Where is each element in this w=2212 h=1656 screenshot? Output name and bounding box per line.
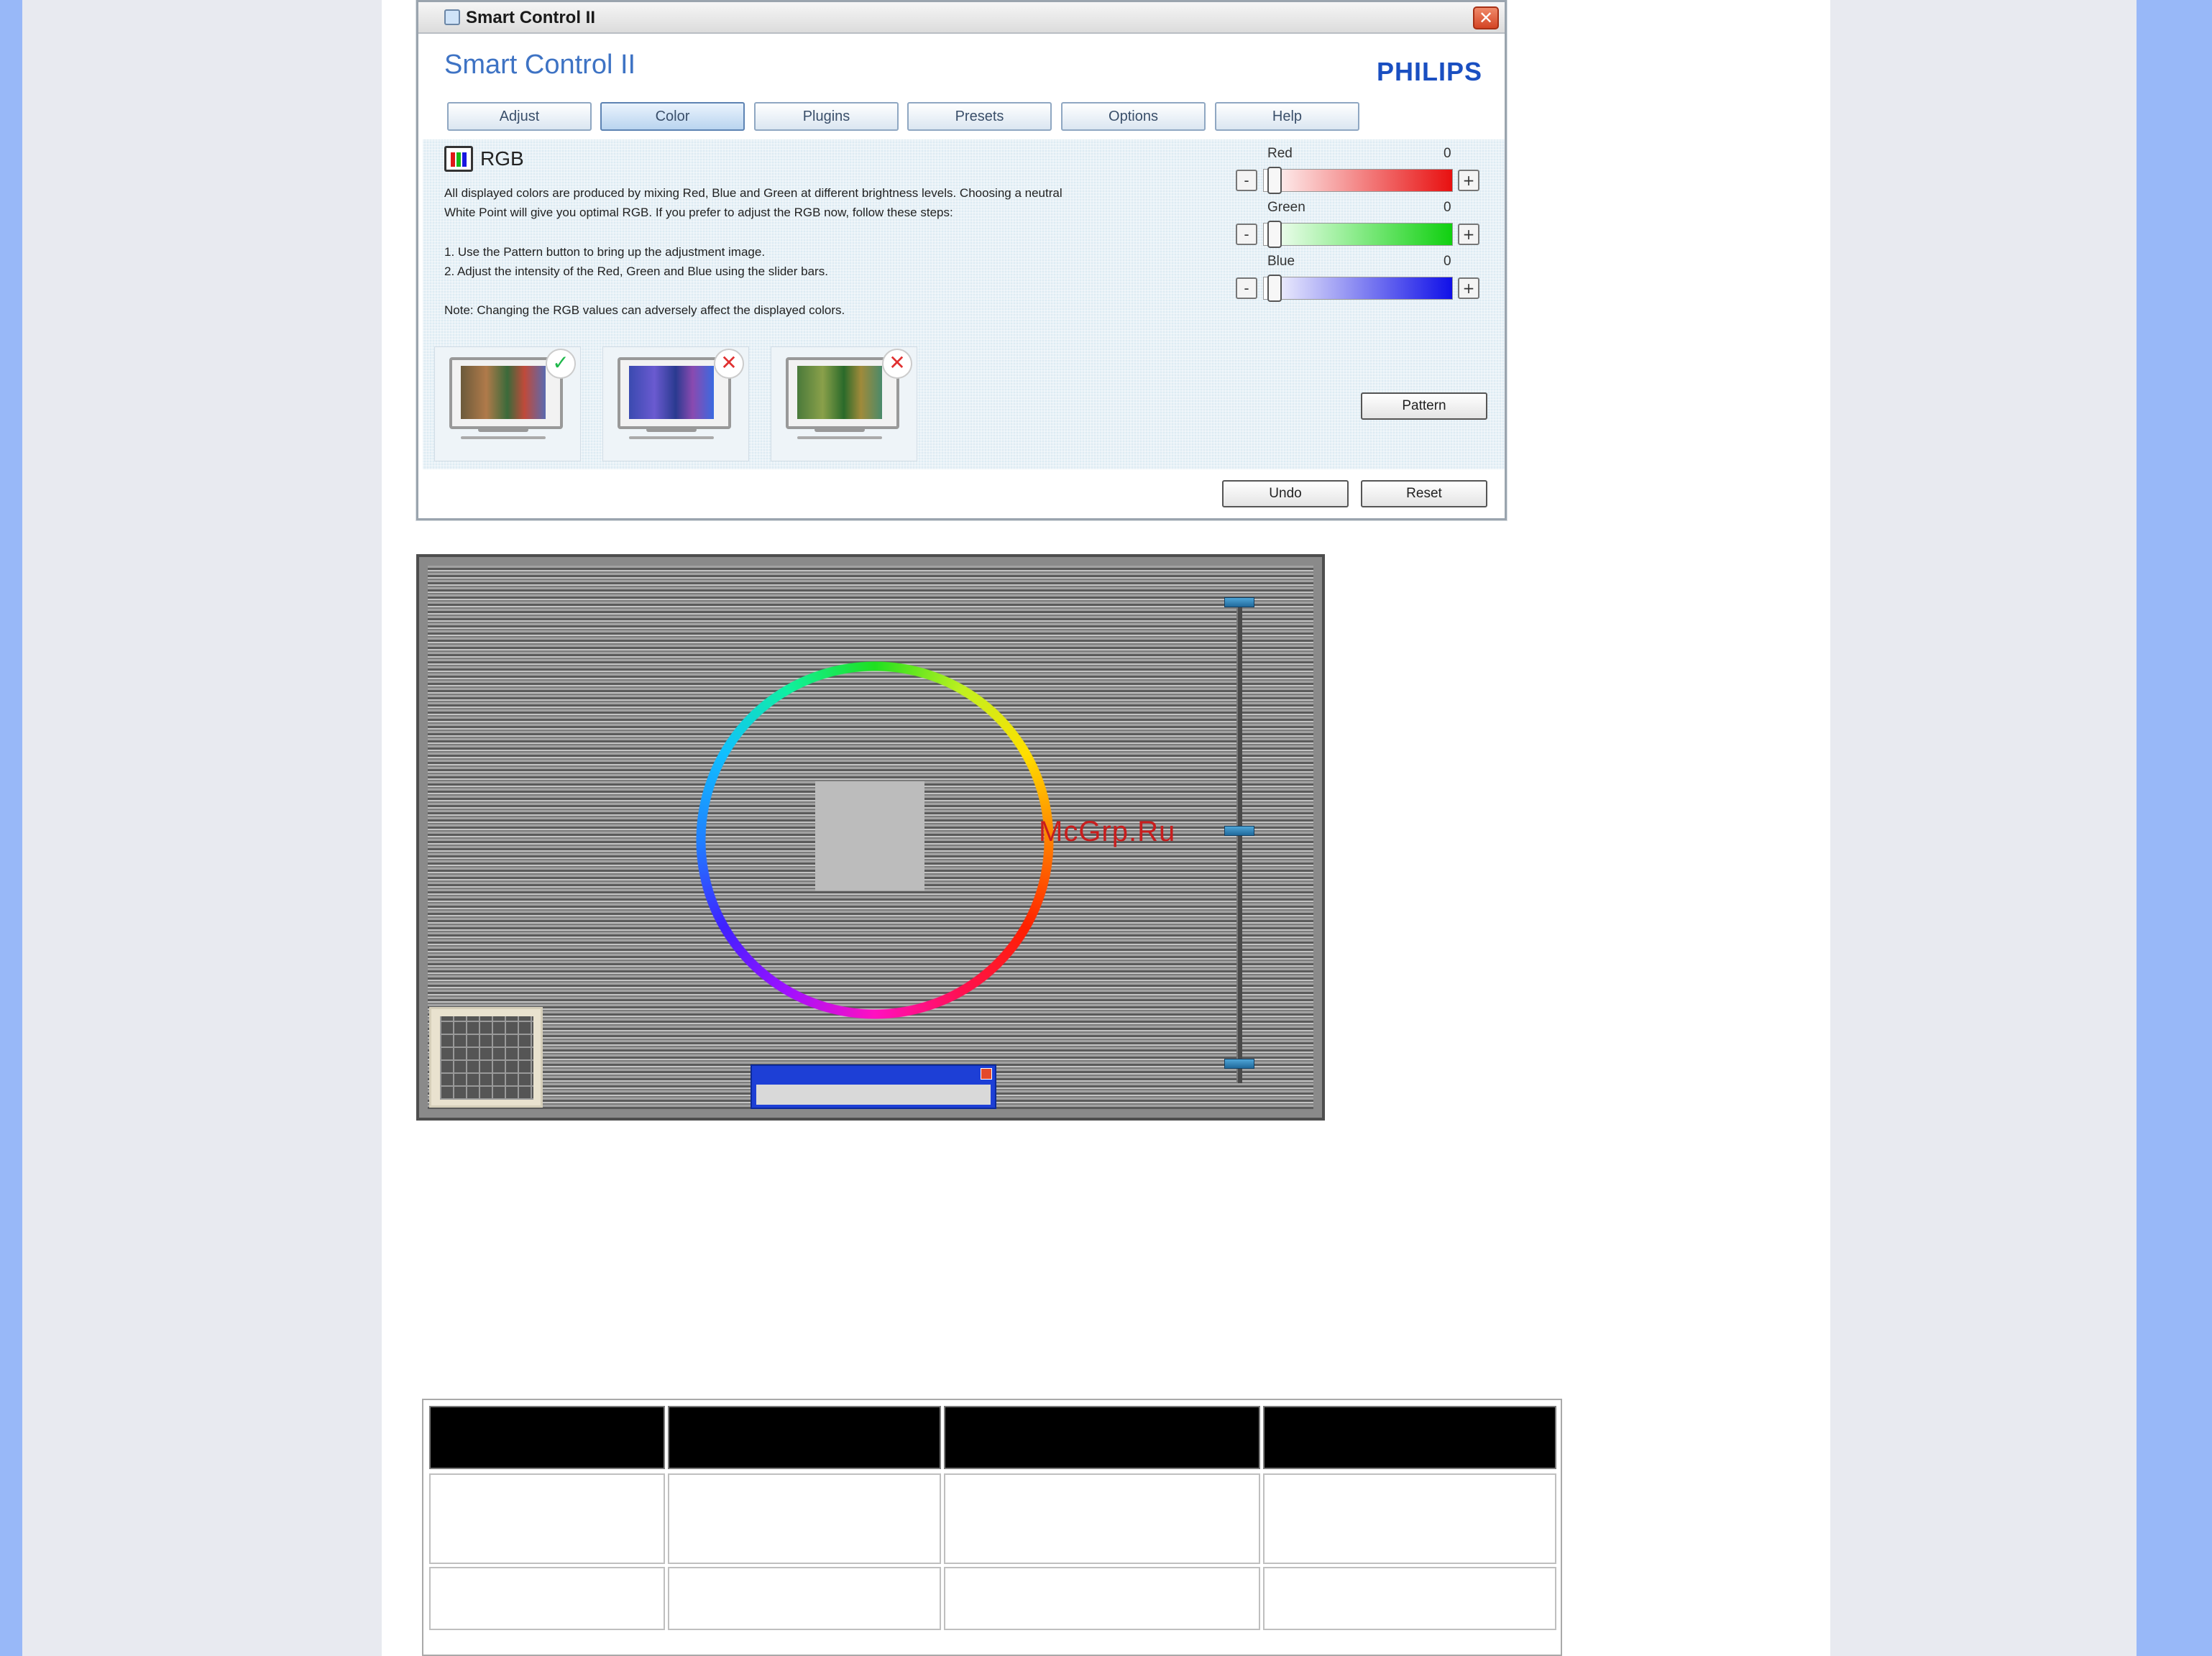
vertical-slider-mid-knob[interactable] (1224, 826, 1254, 836)
green-slider-handle[interactable] (1267, 221, 1282, 248)
spec-table (422, 1399, 1562, 1656)
gamma-preview (429, 1007, 543, 1108)
right-page-margin (1830, 0, 2137, 1656)
table-header-cell (668, 1406, 941, 1469)
right-page-rail (2137, 0, 2212, 1656)
monitor-stand (478, 428, 528, 432)
app-icon (444, 9, 460, 25)
table-header-cell (944, 1406, 1260, 1469)
watermark-text: McGrp.Ru (1039, 816, 1176, 847)
monitor-base (797, 436, 882, 439)
table-cell (1263, 1567, 1556, 1630)
blue-slider-label: Blue (1267, 254, 1295, 269)
window-titlebar: Smart Control II ✕ (418, 2, 1505, 34)
neutral-gray-square (815, 781, 924, 891)
blue-slider-handle[interactable] (1267, 275, 1282, 302)
green-slider-value: 0 (1444, 200, 1451, 215)
tab-options[interactable]: Options (1061, 102, 1206, 131)
table-cell (944, 1473, 1260, 1564)
red-decrease-button[interactable]: - (1236, 170, 1257, 191)
family-photo (797, 366, 882, 419)
close-button[interactable]: ✕ (1473, 6, 1499, 29)
mini-dialog (751, 1064, 996, 1109)
cross-icon: ✕ (714, 349, 744, 379)
family-photo (629, 366, 714, 419)
left-page-margin (22, 0, 382, 1656)
table-cell (429, 1473, 665, 1564)
reset-button[interactable]: Reset (1361, 480, 1487, 507)
app-heading: Smart Control II (444, 50, 636, 80)
check-icon: ✓ (546, 349, 576, 379)
vertical-slider-top-knob[interactable] (1224, 597, 1254, 607)
red-slider-label: Red (1267, 146, 1293, 161)
warning-note: Note: Changing the RGB values can advers… (444, 303, 845, 317)
intro-text-line-2: White Point will give you optimal RGB. I… (444, 206, 953, 219)
monitor-stand (646, 428, 697, 432)
left-page-rail (0, 0, 22, 1656)
vertical-slider-track[interactable] (1236, 606, 1242, 1083)
monitor-stand (814, 428, 865, 432)
red-slider-track[interactable] (1263, 169, 1453, 192)
table-cell (668, 1473, 941, 1564)
table-cell (668, 1567, 941, 1630)
table-header-cell (1263, 1406, 1556, 1469)
mini-dialog-close-icon[interactable] (981, 1068, 992, 1080)
example-monitor-correct: ✓ (434, 346, 581, 461)
red-increase-button[interactable]: + (1458, 170, 1479, 191)
blue-increase-button[interactable]: + (1458, 277, 1479, 299)
vertical-slider-bottom-knob[interactable] (1224, 1059, 1254, 1069)
tab-presets[interactable]: Presets (907, 102, 1052, 131)
cross-icon: ✕ (882, 349, 912, 379)
table-header-cell (429, 1406, 665, 1469)
tab-color[interactable]: Color (600, 102, 745, 131)
table-cell (944, 1567, 1260, 1630)
example-monitor-too-green: ✕ (771, 346, 917, 461)
table-cell (1263, 1473, 1556, 1564)
rgb-section-title: RGB (480, 147, 524, 170)
tab-help[interactable]: Help (1215, 102, 1359, 131)
undo-button[interactable]: Undo (1222, 480, 1349, 507)
rgb-icon (444, 146, 473, 172)
intro-text-line-1: All displayed colors are produced by mix… (444, 186, 1063, 200)
smart-control-window: Smart Control II ✕ Smart Control II PHIL… (416, 0, 1507, 520)
example-monitor-too-blue: ✕ (602, 346, 749, 461)
tab-plugins[interactable]: Plugins (754, 102, 899, 131)
monitor-base (461, 436, 546, 439)
gamma-grid (440, 1016, 533, 1100)
red-slider-value: 0 (1444, 146, 1451, 161)
green-decrease-button[interactable]: - (1236, 224, 1257, 245)
pattern-button[interactable]: Pattern (1361, 392, 1487, 420)
rgb-pattern-view: McGrp.Ru (416, 554, 1325, 1121)
blue-slider-track[interactable] (1263, 277, 1453, 300)
blue-slider-value: 0 (1444, 254, 1451, 269)
instruction-step-1: 1. Use the Pattern button to bring up th… (444, 245, 766, 259)
green-slider-label: Green (1267, 200, 1305, 215)
family-photo (461, 366, 546, 419)
philips-logo: PHILIPS (1377, 57, 1483, 86)
mini-dialog-buttons (756, 1085, 991, 1105)
instruction-step-2: 2. Adjust the intensity of the Red, Gree… (444, 264, 828, 278)
green-slider-track[interactable] (1263, 223, 1453, 246)
table-cell (429, 1567, 665, 1630)
red-slider-handle[interactable] (1267, 167, 1282, 194)
monitor-base (629, 436, 714, 439)
tab-adjust[interactable]: Adjust (447, 102, 592, 131)
green-increase-button[interactable]: + (1458, 224, 1479, 245)
window-title: Smart Control II (466, 8, 596, 27)
blue-decrease-button[interactable]: - (1236, 277, 1257, 299)
